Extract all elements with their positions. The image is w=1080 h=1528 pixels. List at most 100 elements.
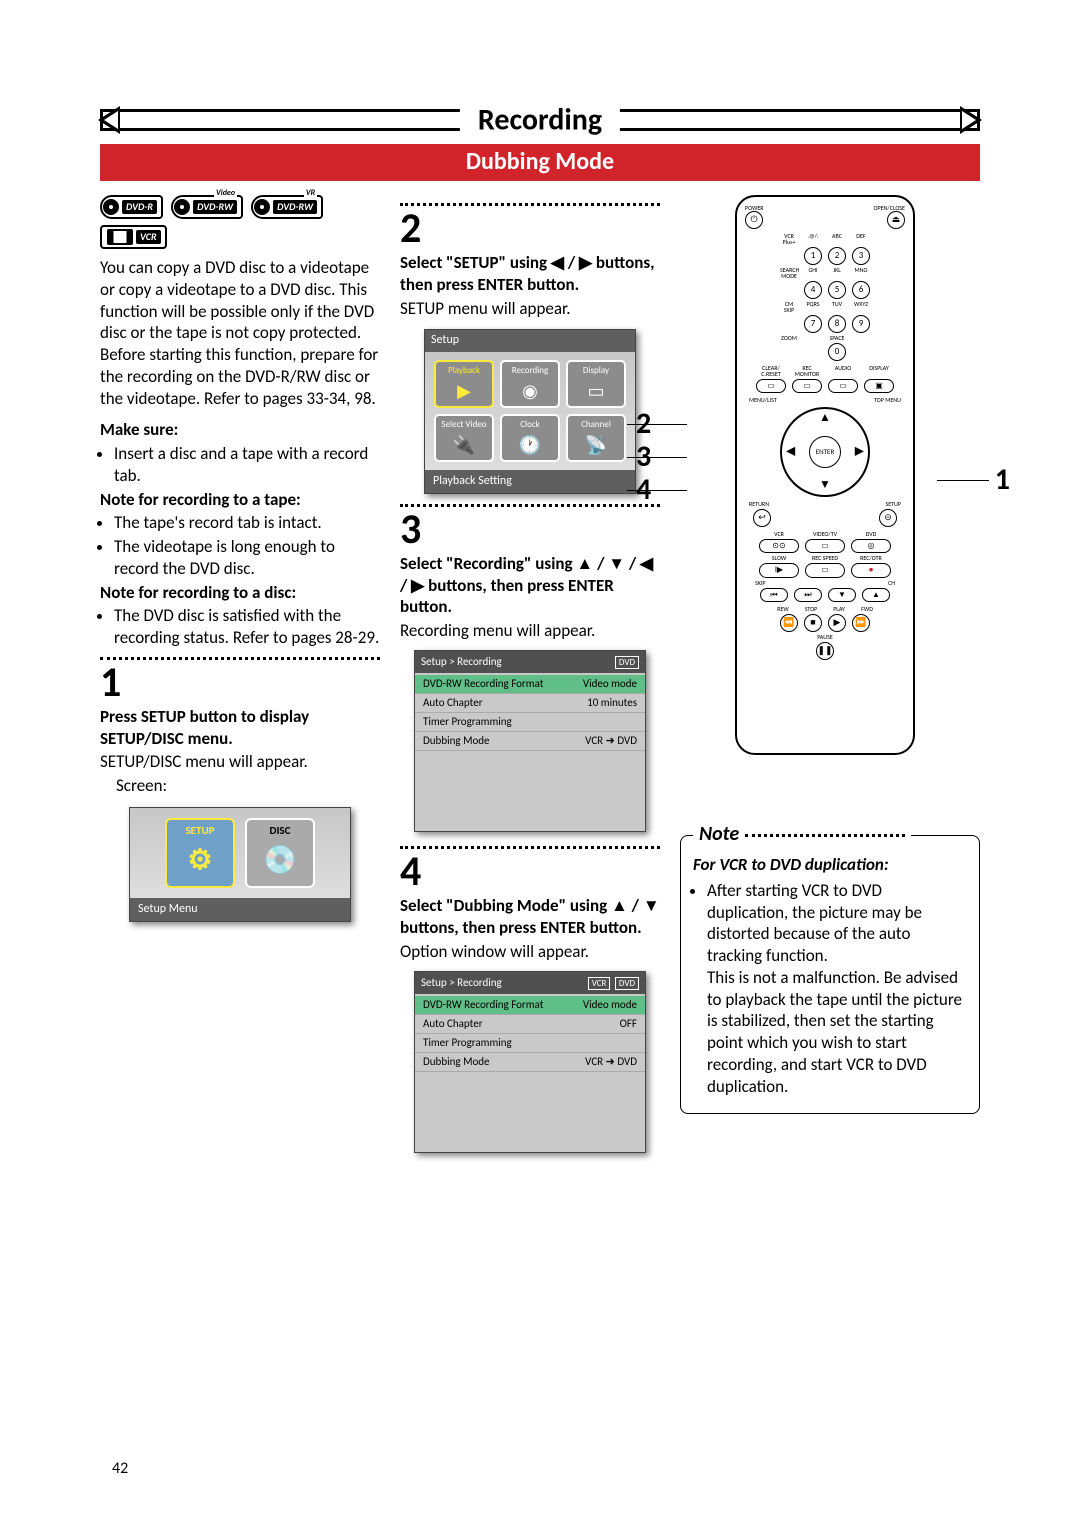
remote-label: TOP MENU xyxy=(874,397,901,403)
key-sup: ABC xyxy=(828,233,846,245)
fwd-button[interactable]: ⏩ xyxy=(852,614,870,632)
step-1-text: SETUP/DISC menu will appear. xyxy=(100,751,380,773)
note-tape-heading: Note for recording to a tape: xyxy=(100,489,380,511)
keypad-5[interactable]: 5 xyxy=(828,281,846,299)
osd-recording-menu-2: Setup > Recording VCR DVD DVD-RW Recordi… xyxy=(414,971,646,1153)
remote-label: REC MONITOR xyxy=(792,365,822,377)
video-tv-button[interactable]: ▭ xyxy=(805,539,845,553)
remote-label: REW xyxy=(772,606,794,612)
keypad-1[interactable]: 1 xyxy=(804,247,822,265)
keypad-0[interactable]: 0 xyxy=(828,343,846,361)
arrow-up-icon[interactable]: ▲ xyxy=(819,411,831,426)
nav-ring[interactable]: ▲ ▼ ◀ ▶ ENTER xyxy=(780,407,870,497)
divider xyxy=(400,846,660,849)
open-close-button[interactable]: ⏏ xyxy=(887,211,905,229)
note-heading: Note xyxy=(693,822,911,848)
keypad-4[interactable]: 4 xyxy=(804,281,822,299)
return-button[interactable]: ↩ xyxy=(753,509,771,527)
setup-button[interactable]: ⊝ xyxy=(879,509,897,527)
keypad-9[interactable]: 9 xyxy=(852,315,870,333)
column-1: DVD-R VideoDVD-RW VRDVD-RW VCR You can c… xyxy=(100,195,380,1167)
badge-vcr: VCR xyxy=(100,225,167,249)
remote-label: SKIP xyxy=(755,580,766,586)
slow-button[interactable]: I▶ xyxy=(759,563,799,577)
remote-label: CH xyxy=(888,580,895,586)
divider xyxy=(400,203,660,206)
arrow-left-icon[interactable]: ◀ xyxy=(786,445,795,460)
stop-button[interactable]: ■ xyxy=(804,614,822,632)
remote-label-open-close: OPEN/CLOSE xyxy=(874,205,905,211)
page-subtitle: Dubbing Mode xyxy=(100,144,980,181)
note-disc-item: The DVD disc is satisfied with the recor… xyxy=(114,605,380,649)
pause-button[interactable]: ❚❚ xyxy=(816,642,834,660)
key-sup: SPACE xyxy=(828,335,846,341)
media-badges: DVD-R VideoDVD-RW VRDVD-RW VCR xyxy=(100,195,380,249)
arrow-right-icon[interactable]: ▶ xyxy=(855,445,864,460)
remote-label: PLAY xyxy=(828,606,850,612)
osd-tile-disc: DISC 💿 xyxy=(245,818,315,888)
column-3: 2 3 4 1 POWER OPEN/CLOSE ⏻ ⏏ xyxy=(680,195,980,1167)
keypad-6[interactable]: 6 xyxy=(852,281,870,299)
arrow-down-icon[interactable]: ▼ xyxy=(819,478,831,493)
note-body: After starting VCR to DVD duplication, t… xyxy=(707,880,967,1098)
rew-button[interactable]: ⏪ xyxy=(780,614,798,632)
audio-button[interactable]: ▭ xyxy=(828,379,858,393)
power-button[interactable]: ⏻ xyxy=(745,211,763,229)
antenna-icon: 📡 xyxy=(585,434,607,457)
osd-row: DVD-RW Recording FormatVideo mode xyxy=(415,996,645,1015)
sliders-icon: ⚙ xyxy=(187,842,212,878)
record-icon: ◉ xyxy=(522,380,538,403)
osd-breadcrumb: Setup > Recording xyxy=(421,655,502,669)
keypad-2[interactable]: 2 xyxy=(828,247,846,265)
remote-callouts-left: 2 3 4 xyxy=(636,407,687,506)
keypad-7[interactable]: 7 xyxy=(804,315,822,333)
ch-down-button[interactable]: ▼ xyxy=(828,588,856,602)
remote-label: VCR xyxy=(759,531,799,537)
osd-row: Dubbing ModeVCR ➜ DVD xyxy=(415,732,645,751)
clock-icon: 🕐 xyxy=(519,434,541,457)
osd-setup-disc: SETUP ⚙ DISC 💿 Setup Menu xyxy=(129,807,351,922)
title-banner: Recording Dubbing Mode xyxy=(100,100,980,181)
note-tape-item: The tape's record tab is intact. xyxy=(114,512,380,534)
key-sup: MNO xyxy=(852,267,870,279)
key-sup: SEARCH MODE xyxy=(780,267,798,279)
clear-button[interactable]: ▭ xyxy=(756,379,786,393)
step-1-screen-label: Screen: xyxy=(100,775,380,797)
step-4-number: 4 xyxy=(400,851,660,893)
osd-tag-dvd: DVD xyxy=(615,656,639,669)
step-1-heading: Press SETUP button to display SETUP/DISC… xyxy=(100,706,380,750)
rec-speed-button[interactable]: ▭ xyxy=(805,563,845,577)
ch-up-button[interactable]: ▲ xyxy=(862,588,890,602)
note-disc-heading: Note for recording to a disc: xyxy=(100,582,380,604)
step-4-text: Option window will appear. xyxy=(400,941,660,963)
display-button[interactable]: ▣ xyxy=(864,379,894,393)
remote-label: CLEAR/ C.RESET xyxy=(756,365,786,377)
step-3-number: 3 xyxy=(400,509,660,551)
skip-prev-button[interactable]: ⏮ xyxy=(760,588,788,602)
dvd-button[interactable]: ◎ xyxy=(851,539,891,553)
osd-tile-setup: SETUP ⚙ xyxy=(165,818,235,888)
keypad-8[interactable]: 8 xyxy=(828,315,846,333)
key-sup: GHI xyxy=(804,267,822,279)
vcr-button[interactable]: ⊙⊙ xyxy=(759,539,799,553)
rec-monitor-button[interactable]: ▭ xyxy=(792,379,822,393)
remote-label: REC/OTR xyxy=(851,555,891,561)
osd-mini-display: Display▭ xyxy=(566,360,626,408)
divider xyxy=(100,657,380,660)
play-button[interactable]: ▶ xyxy=(828,614,846,632)
keypad-3[interactable]: 3 xyxy=(852,247,870,265)
note-box: Note For VCR to DVD duplication: After s… xyxy=(680,835,980,1114)
key-sup: VCR Plus+ xyxy=(780,233,798,245)
key-sup: CM SKIP xyxy=(780,301,798,313)
badge-dvd-rw-video: VideoDVD-RW xyxy=(171,195,243,219)
skip-next-button[interactable]: ⏭ xyxy=(794,588,822,602)
osd-breadcrumb: Setup > Recording xyxy=(421,976,502,990)
enter-button[interactable]: ENTER xyxy=(809,436,841,468)
osd-header: Setup xyxy=(425,330,635,351)
remote-control: POWER OPEN/CLOSE ⏻ ⏏ VCR Plus+ .@/: ABC xyxy=(735,195,915,755)
make-sure-heading: Make sure: xyxy=(100,419,380,441)
remote-label: STOP xyxy=(800,606,822,612)
note-subheading: For VCR to DVD duplication: xyxy=(693,854,967,876)
remote-label: RETURN xyxy=(749,501,769,507)
rec-otr-button[interactable]: ● xyxy=(851,563,891,577)
